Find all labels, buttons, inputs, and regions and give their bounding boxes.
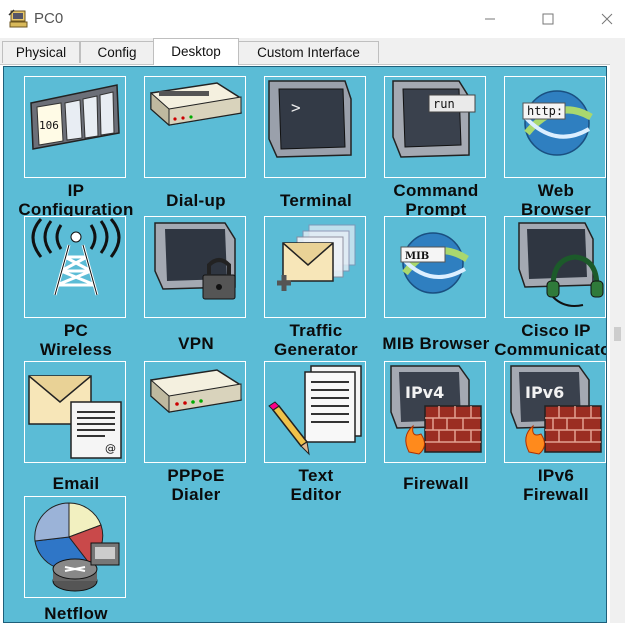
app-dial-up[interactable]: Dial-up [144,76,248,216]
app-label: Netflow [44,604,108,623]
ip-communicator-icon[interactable] [504,216,606,318]
app-text-editor[interactable]: Text Editor [264,361,368,504]
svg-text:run: run [433,97,455,111]
app-traffic-generator[interactable]: Traffic Generator [264,216,368,359]
app-terminal[interactable]: > Terminal [264,76,368,216]
netflow-icon[interactable] [24,496,126,598]
vertical-scrollbar[interactable] [610,64,625,623]
maximize-icon [542,13,554,25]
app-netflow[interactable]: Netflow [24,496,128,622]
app-mib-browser[interactable]: MIB MIB Browser [382,216,489,356]
svg-text:106: 106 [39,119,59,132]
web-browser-icon[interactable]: http: [504,76,606,178]
minimize-button[interactable] [467,0,513,38]
app-command-prompt[interactable]: run Command Prompt [384,76,488,219]
app-label: IPv6 [537,466,575,485]
app-email[interactable]: @ Email [24,361,128,501]
svg-text:>: > [291,98,301,117]
packet-tracer-pc-icon [8,9,28,28]
title-bar: PC0 [0,0,625,38]
pppoe-dialer-icon[interactable] [144,361,246,463]
tab-config[interactable]: Config [80,41,154,63]
close-icon [601,13,613,25]
svg-text:MIB: MIB [405,251,429,262]
app-web-browser[interactable]: http: Web Browser [504,76,606,219]
modem-icon[interactable] [144,76,246,178]
window-title: PC0 [34,10,64,27]
minimize-icon [485,18,495,20]
tab-physical[interactable]: Physical [2,41,80,63]
tab-custom-interface[interactable]: Custom Interface [238,41,379,63]
desktop-panel: 106 IP Configuration Dial-up > Terminal … [3,66,607,623]
scrollbar-thumb[interactable] [614,327,621,341]
traffic-generator-icon[interactable] [264,216,366,318]
app-pppoe-dialer[interactable]: PPPoE Dialer [144,361,248,504]
svg-text:@: @ [105,442,116,455]
command-prompt-icon[interactable]: run [384,76,486,178]
app-label: Communicator [494,340,607,359]
tab-desktop[interactable]: Desktop [153,38,239,65]
terminal-icon[interactable]: > [264,76,366,178]
close-button[interactable] [584,0,625,38]
svg-text:IPv6: IPv6 [525,383,564,402]
text-editor-icon[interactable] [264,361,366,463]
app-ip-configuration[interactable]: 106 IP Configuration [18,76,133,219]
app-label: Cisco IP [521,321,591,340]
firewall-ipv6-icon[interactable]: IPv6 [504,361,606,463]
maximize-button[interactable] [525,0,571,38]
app-label: Firewall [523,485,589,504]
ip-configuration-icon[interactable]: 106 [24,76,126,178]
svg-text:http:: http: [527,104,563,118]
email-icon[interactable]: @ [24,361,126,463]
app-pc-wireless[interactable]: PC Wireless [24,216,128,359]
vpn-lock-icon[interactable] [144,216,246,318]
tab-bar: Physical Config Desktop Custom Interface [0,38,625,65]
app-firewall[interactable]: IPv4 Firewall [384,361,488,501]
app-label: Web [537,181,575,200]
app-ipv6-firewall[interactable]: IPv6 IPv6 Firewall [504,361,606,504]
svg-text:IPv4: IPv4 [405,383,444,402]
app-cisco-ip-communicator[interactable]: Cisco IP Communicator [494,216,606,359]
mib-browser-icon[interactable]: MIB [384,216,486,318]
wireless-tower-icon[interactable] [24,216,126,318]
firewall-ipv4-icon[interactable]: IPv4 [384,361,486,463]
app-vpn[interactable]: VPN [144,216,248,356]
